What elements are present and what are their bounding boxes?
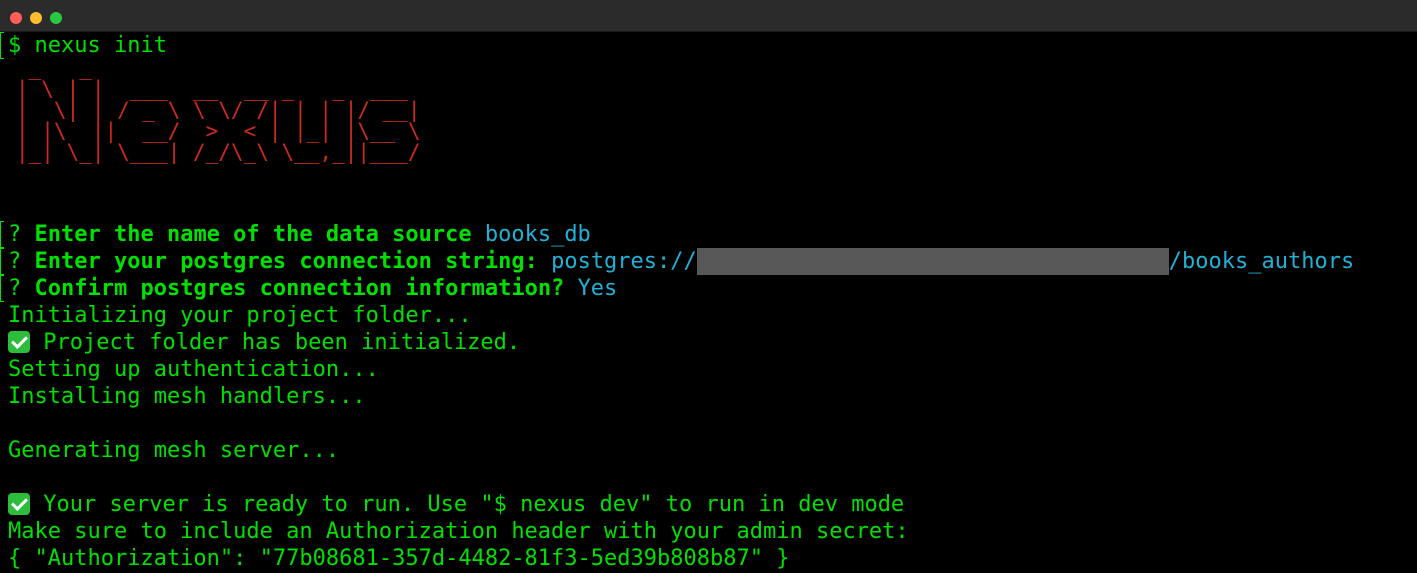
output-auth: Setting up authentication... (8, 357, 379, 382)
output-init: Initializing your project folder... (8, 303, 472, 328)
output-text: Project folder has been initialized. (30, 330, 521, 355)
prompt-label: Enter your postgres connection string: (34, 249, 538, 274)
prompt-answer: Yes (577, 276, 618, 301)
ascii-banner: _ _ | \ | | ___ __ __ _ _ ___ | \| | / _… (16, 56, 421, 164)
line-marker (0, 248, 4, 275)
line-marker (0, 275, 4, 302)
prompt-mark: ? (8, 249, 22, 274)
output-mesh: Installing mesh handlers... (8, 384, 366, 409)
prompt-answer: books_db (484, 222, 591, 247)
zoom-window-button[interactable] (50, 12, 62, 24)
check-mark-button-icon (8, 331, 30, 353)
prompt-label: Confirm postgres connection information? (34, 276, 565, 301)
answer-suffix: /books_authors (1168, 249, 1355, 274)
check-mark-button-icon (8, 493, 30, 515)
prompt-data-source: ? Enter the name of the data source book… (8, 221, 591, 248)
output-note: Make sure to include an Authorization he… (8, 519, 909, 544)
title-bar (0, 0, 1417, 32)
prompt-confirm: ? Confirm postgres connection informatio… (8, 275, 617, 302)
redacted-credentials (696, 248, 1169, 275)
prompt-mark: ? (8, 276, 22, 301)
command-line: $ nexus init (8, 33, 167, 58)
close-window-button[interactable] (10, 12, 22, 24)
minimize-window-button[interactable] (30, 12, 42, 24)
output-secret[interactable]: { "Authorization": "77b08681-357d-4482-8… (8, 545, 789, 572)
terminal-window: $ nexus init _ _ | \ | | ___ __ __ _ _ _… (0, 0, 1417, 573)
line-marker (0, 32, 4, 59)
terminal-output[interactable]: $ nexus init _ _ | \ | | ___ __ __ _ _ _… (0, 32, 1417, 573)
prompt-connection-string: ? Enter your postgres connection string:… (8, 248, 1354, 275)
line-marker (0, 221, 4, 248)
prompt-mark: ? (8, 222, 22, 247)
prompt-label: Enter the name of the data source (34, 222, 472, 247)
output-text: Your server is ready to run. Use "$ nexu… (30, 492, 905, 517)
output-ready: Your server is ready to run. Use "$ nexu… (8, 491, 904, 518)
output-server: Generating mesh server... (8, 438, 340, 463)
output-init-done: Project folder has been initialized. (8, 329, 520, 356)
answer-prefix: postgres:// (551, 249, 697, 274)
